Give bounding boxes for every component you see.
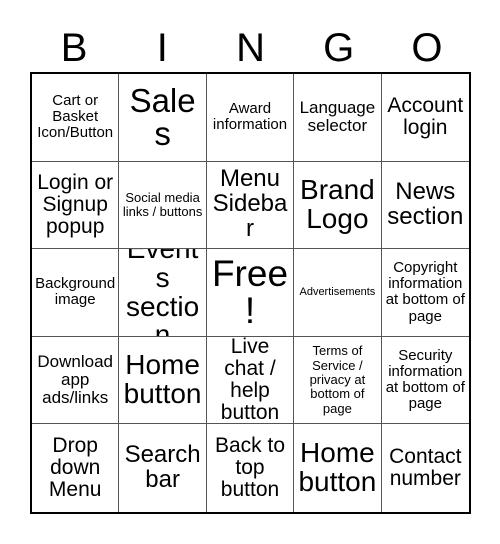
bingo-cell[interactable]: Home button	[294, 424, 382, 512]
bingo-cell-label: Events section	[126, 249, 200, 337]
bingo-cell[interactable]: Menu Sidebar	[206, 161, 295, 250]
bingo-cell[interactable]: News section	[381, 161, 469, 250]
bingo-cell-label: Free!	[211, 253, 289, 332]
bingo-cell[interactable]: Background image	[32, 249, 120, 337]
bingo-header-letter-g: G	[323, 26, 355, 70]
bingo-cell[interactable]: Back to top button	[206, 424, 295, 512]
bingo-cell-label: Menu Sidebar	[212, 165, 288, 243]
bingo-cell[interactable]: Login or Signup popup	[32, 161, 120, 250]
bingo-cell-label: News section	[387, 177, 464, 230]
bingo-header-letter-b: B	[60, 26, 88, 70]
bingo-cell-label: Copyright information at bottom of page	[385, 259, 465, 325]
bingo-cell-label: Search bar	[124, 441, 201, 494]
bingo-cell-label: Home button	[123, 349, 202, 410]
bingo-cell[interactable]: Cart or Basket Icon/Button	[32, 74, 120, 162]
bingo-cell[interactable]: Security information at bottom of page	[381, 336, 469, 425]
bingo-cell-free-space[interactable]: Free!	[206, 249, 295, 337]
bingo-cell[interactable]: Terms of Service / privacy at bottom of …	[294, 336, 382, 425]
bingo-cell-label: Contact number	[389, 445, 462, 491]
bingo-cell-label: Social media links / buttons	[122, 189, 203, 219]
bingo-cell-label: Sales	[129, 81, 196, 153]
bingo-header-letter-n: N	[236, 26, 265, 70]
bingo-cell[interactable]: Brand Logo	[294, 161, 382, 250]
bingo-cell[interactable]: Award information	[206, 74, 295, 162]
bingo-cell-label: Brand Logo	[300, 174, 375, 234]
bingo-cell[interactable]: Language selector	[294, 74, 382, 162]
bingo-cell-label: Cart or Basket Icon/Button	[37, 92, 114, 142]
bingo-cell-label: Advertisements	[299, 286, 376, 299]
bingo-cell-label: Security information at bottom of page	[385, 346, 465, 413]
bingo-cell[interactable]: Live chat / help button	[206, 336, 295, 425]
bingo-cell-label: Back to top button	[214, 434, 286, 502]
bingo-header-letters: BINGO	[30, 20, 471, 70]
bingo-cell-label: Background image	[35, 275, 116, 309]
bingo-cell[interactable]: Account login	[381, 74, 469, 162]
bingo-cell-label: Live chat / help button	[220, 336, 280, 425]
bingo-cell[interactable]: Download app ads/links	[32, 336, 120, 425]
bingo-cell[interactable]: Home button	[119, 336, 207, 425]
bingo-cell[interactable]: Sales	[119, 74, 207, 162]
bingo-cell-label: Language selector	[299, 98, 376, 136]
bingo-cell-label: Award information	[212, 100, 288, 134]
bingo-cell[interactable]: Drop down Menu	[32, 424, 120, 512]
bingo-header-letter-i: I	[156, 26, 168, 70]
bingo-cell[interactable]: Social media links / buttons	[119, 161, 207, 250]
bingo-cell[interactable]: Events section	[119, 249, 207, 337]
bingo-cell[interactable]: Contact number	[381, 424, 469, 512]
bingo-cell-label: Terms of Service / privacy at bottom of …	[309, 343, 366, 416]
bingo-cell-label: Drop down Menu	[48, 434, 102, 502]
bingo-cell[interactable]: Advertisements	[294, 249, 382, 337]
bingo-grid: Cart or Basket Icon/Button Sales Award inf…	[30, 72, 471, 514]
bingo-cell-label: Account login	[387, 94, 464, 140]
bingo-cell[interactable]: Copyright information at bottom of page	[381, 249, 469, 337]
bingo-cell-label: Home button	[298, 437, 377, 498]
bingo-header-letter-o: O	[411, 26, 443, 70]
bingo-card: B I N G O Cart or Basket Icon/Button Sales Awa…	[0, 0, 500, 544]
bingo-cell-label: Download app ads/links	[37, 352, 113, 408]
bingo-cell[interactable]: Search bar	[119, 424, 207, 512]
bingo-cell-label: Login or Signup popup	[37, 170, 114, 238]
